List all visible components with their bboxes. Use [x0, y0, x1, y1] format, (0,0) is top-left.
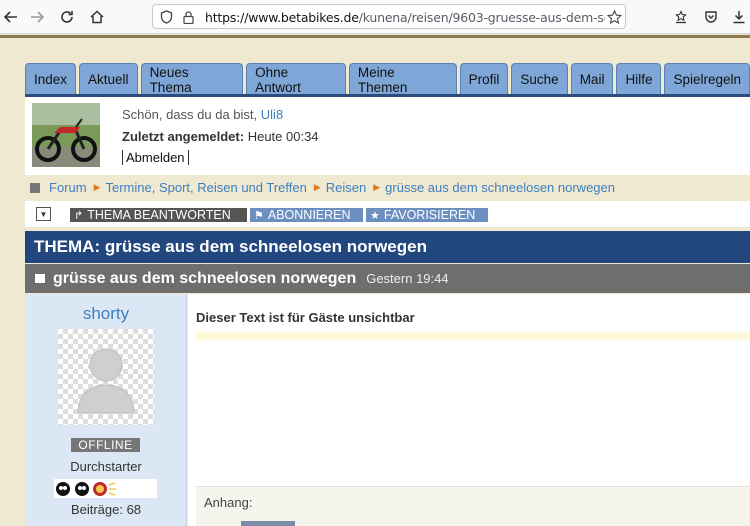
star-icon: ★: [370, 209, 380, 222]
flag-icon: ⚑: [254, 209, 264, 222]
post-header: grüsse aus dem schneelosen norwegen Gest…: [25, 264, 750, 293]
tab-aktuell[interactable]: Aktuell: [79, 63, 138, 95]
tab-hilfe[interactable]: Hilfe: [616, 63, 662, 95]
topic-action-bar: ▼ ↱ THEMA BEANTWORTEN ⚑ ABONNIEREN ★ FAVORI…: [25, 201, 750, 227]
shield-icon[interactable]: [157, 8, 175, 26]
tab-neues-thema[interactable]: Neues Thema: [140, 63, 244, 95]
breadcrumb-arrow-icon: ▶: [93, 182, 101, 192]
address-bar[interactable]: https://www.betabikes.de/kunena/reisen/9…: [152, 4, 626, 29]
breadcrumb-topic[interactable]: grüsse aus dem schneelosen norwegen: [385, 180, 615, 195]
attachment-thumbnail[interactable]: [241, 521, 295, 526]
tab-profil[interactable]: Profil: [459, 63, 509, 95]
breadcrumb-subcategory[interactable]: Reisen: [326, 180, 366, 195]
bookmark-star-icon[interactable]: [605, 8, 623, 26]
username-link[interactable]: Uli8: [261, 107, 283, 122]
author-post-count: Beiträge: 68: [70, 502, 142, 517]
tab-ohne-antwort[interactable]: Ohne Antwort: [246, 63, 346, 95]
attachment-box: Anhang:: [196, 486, 750, 526]
welcome-text: Schön, dass du da bist, Uli8: [122, 107, 284, 122]
post-title: grüsse aus dem schneelosen norwegen: [53, 269, 357, 287]
post-body: Dieser Text ist für Gäste unsichtbar Anh…: [188, 294, 750, 526]
home-square-icon: [30, 182, 40, 193]
author-panel: shorty OFFLINE Durchstarter Beiträge: 68: [25, 294, 187, 526]
post-marker-icon: [35, 274, 45, 283]
reload-icon[interactable]: [56, 6, 78, 28]
tab-spielregeln[interactable]: Spielregeln: [664, 63, 750, 95]
forum-menu: Index Aktuell Neues Thema Ohne Antwort M…: [25, 63, 750, 95]
breadcrumb-arrow-icon: ▶: [313, 182, 321, 192]
status-badge: OFFLINE: [71, 438, 140, 452]
post-time: Gestern 19:44: [366, 271, 449, 286]
chevron-down-icon[interactable]: ▼: [36, 207, 51, 221]
tab-suche[interactable]: Suche: [511, 63, 568, 95]
downloads-icon[interactable]: [728, 6, 750, 28]
forward-arrow-icon[interactable]: [26, 6, 48, 28]
breadcrumb: Forum ▶ Termine, Sport, Reisen und Treff…: [30, 180, 615, 195]
user-avatar[interactable]: [32, 103, 100, 167]
last-login: Zuletzt angemeldet: Heute 00:34: [122, 129, 319, 144]
favorite-button[interactable]: ★ FAVORISIEREN: [366, 208, 488, 222]
back-arrow-icon[interactable]: [0, 6, 22, 28]
breadcrumb-category[interactable]: Termine, Sport, Reisen und Treffen: [105, 180, 306, 195]
browser-toolbar: https://www.betabikes.de/kunena/reisen/9…: [0, 0, 750, 34]
thread-title: THEMA: grüsse aus dem schneelosen norweg…: [25, 231, 750, 263]
subscribe-button[interactable]: ⚑ ABONNIEREN: [250, 208, 363, 222]
user-profile-box: Schön, dass du da bist, Uli8 Zuletzt ang…: [25, 97, 750, 175]
page-top-border: [0, 35, 750, 38]
url-text: https://www.betabikes.de/kunena/reisen/9…: [205, 10, 605, 25]
home-icon[interactable]: [86, 6, 108, 28]
pocket-icon[interactable]: [700, 6, 722, 28]
guest-notice: Dieser Text ist für Gäste unsichtbar: [196, 310, 415, 325]
tab-mail[interactable]: Mail: [570, 63, 614, 95]
tab-index[interactable]: Index: [25, 63, 77, 95]
pocket-save-icon[interactable]: [670, 6, 692, 28]
attachment-label: Anhang:: [204, 495, 253, 510]
reply-topic-button[interactable]: ↱ THEMA BEANTWORTEN: [70, 208, 247, 222]
author-name[interactable]: shorty: [25, 304, 187, 324]
breadcrumb-arrow-icon: ▶: [373, 182, 381, 192]
author-avatar[interactable]: [58, 329, 154, 425]
tab-meine-themen[interactable]: Meine Themen: [348, 63, 457, 95]
author-rank: Durchstarter: [70, 459, 142, 474]
breadcrumb-forum[interactable]: Forum: [49, 180, 87, 195]
lock-icon[interactable]: [179, 8, 197, 26]
notice-highlight: [196, 332, 750, 340]
reply-arrow-icon: ↱: [74, 209, 84, 222]
page-content: Index Aktuell Neues Thema Ohne Antwort M…: [0, 35, 750, 526]
rank-image: [54, 479, 157, 498]
logout-link[interactable]: Abmelden: [122, 150, 189, 165]
